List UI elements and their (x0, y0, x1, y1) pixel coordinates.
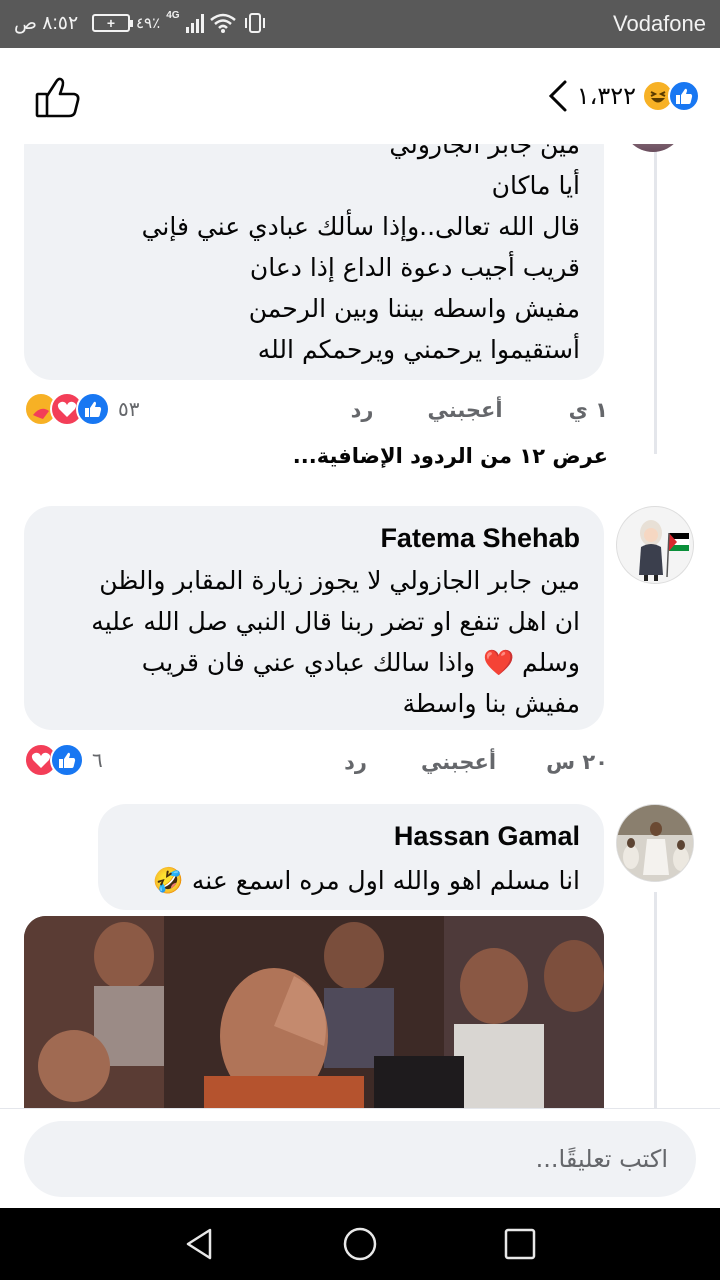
navigation-bar (0, 1208, 720, 1280)
comment-text-line: وسلم ❤️ واذا سالك عبادي عني فان قريب (141, 648, 580, 677)
like-outline-icon[interactable] (34, 74, 82, 120)
comment-author[interactable]: Fatema Shehab (48, 520, 580, 556)
gif-attachment[interactable] (24, 916, 604, 1108)
comment-actions: ٢٠ س أعجبني رد (290, 742, 608, 782)
comment-text-line: قال الله تعالى..وإذا سألك عبادي عني فإني (141, 212, 580, 241)
comment-bubble: Hassan Gamal انا مسلم اهو والله اول مره … (98, 804, 604, 910)
thread-line (654, 892, 657, 1108)
vibrate-icon (244, 13, 265, 33)
reaction-count: ١،٣٢٢ (576, 82, 636, 110)
battery-percent: ٤٩٪ (136, 15, 161, 32)
comment-time: ١ ي (568, 398, 608, 422)
comment-text-line: انا مسلم اهو والله اول مره اسمع عنه 🤣 (152, 866, 580, 895)
comment-input[interactable] (24, 1121, 696, 1197)
status-time: ٨:٥٢ ص (14, 13, 79, 34)
comment-reactions[interactable]: ٥٣ (24, 389, 139, 429)
like-button[interactable]: أعجبني (421, 750, 496, 774)
signal-icon (185, 13, 204, 33)
like-reaction-icon (76, 392, 110, 426)
comment-time: ٢٠ س (546, 750, 608, 774)
comment-text-line: قريب أجيب دعوة الداع إذا دعان (249, 253, 580, 282)
view-more-replies-link[interactable]: عرض ١٢ من الردود الإضافية... (293, 444, 608, 468)
recents-icon[interactable] (502, 1226, 538, 1262)
reactions-summary[interactable]: ١،٣٢٢ (547, 78, 700, 114)
carrier-name: Vodafone (613, 11, 706, 36)
comment-composer (0, 1108, 720, 1208)
reply-button[interactable]: رد (351, 398, 374, 422)
comment-text-line: مفيش بنا واسطة (402, 689, 580, 718)
comment-author[interactable]: Hassan Gamal (122, 818, 580, 854)
avatar[interactable] (616, 506, 694, 584)
battery-icon: + (92, 14, 133, 32)
comment-text-line: ان اهل تنفع او تضر ربنا قال النبي صل الل… (91, 607, 580, 636)
network-type: 4G (166, 10, 180, 21)
comment-bubble: مين جابر الجازولي أيا ماكان قال الله تعا… (24, 118, 604, 380)
status-icons: + ٤٩٪ 4G (92, 10, 268, 36)
thread-line (654, 144, 657, 454)
back-icon[interactable] (182, 1226, 218, 1262)
status-bar: ٨:٥٢ ص + ٤٩٪ 4G Vodafone (0, 0, 720, 48)
comment-text-line: مين جابر الجازولي لا يجوز زيارة المقابر … (99, 566, 580, 595)
avatar[interactable] (616, 804, 694, 882)
like-reaction-icon (668, 80, 700, 112)
comment-text-line: أيا ماكان (491, 171, 580, 200)
comments-header-overlay: ١،٣٢٢ (0, 48, 720, 144)
reaction-count: ٥٣ (118, 397, 140, 421)
reaction-count: ٦ (92, 748, 103, 772)
comment-bubble: Fatema Shehab مين جابر الجازولي لا يجوز … (24, 506, 604, 730)
chevron-left-icon[interactable] (547, 79, 569, 113)
reply-button[interactable]: رد (344, 750, 367, 774)
comment-reactions[interactable]: ٦ (24, 740, 103, 780)
comment-actions: ١ ي أعجبني رد (297, 390, 608, 430)
home-icon[interactable] (342, 1226, 378, 1262)
comment-text-line: مفيش واسطه بيننا وبين الرحمن (248, 294, 580, 323)
like-button[interactable]: أعجبني (428, 398, 503, 422)
comment-text-line: أستقيموا يرحمني ويرحمكم الله (257, 335, 580, 364)
like-reaction-icon (50, 743, 84, 777)
wifi-icon (209, 13, 236, 33)
